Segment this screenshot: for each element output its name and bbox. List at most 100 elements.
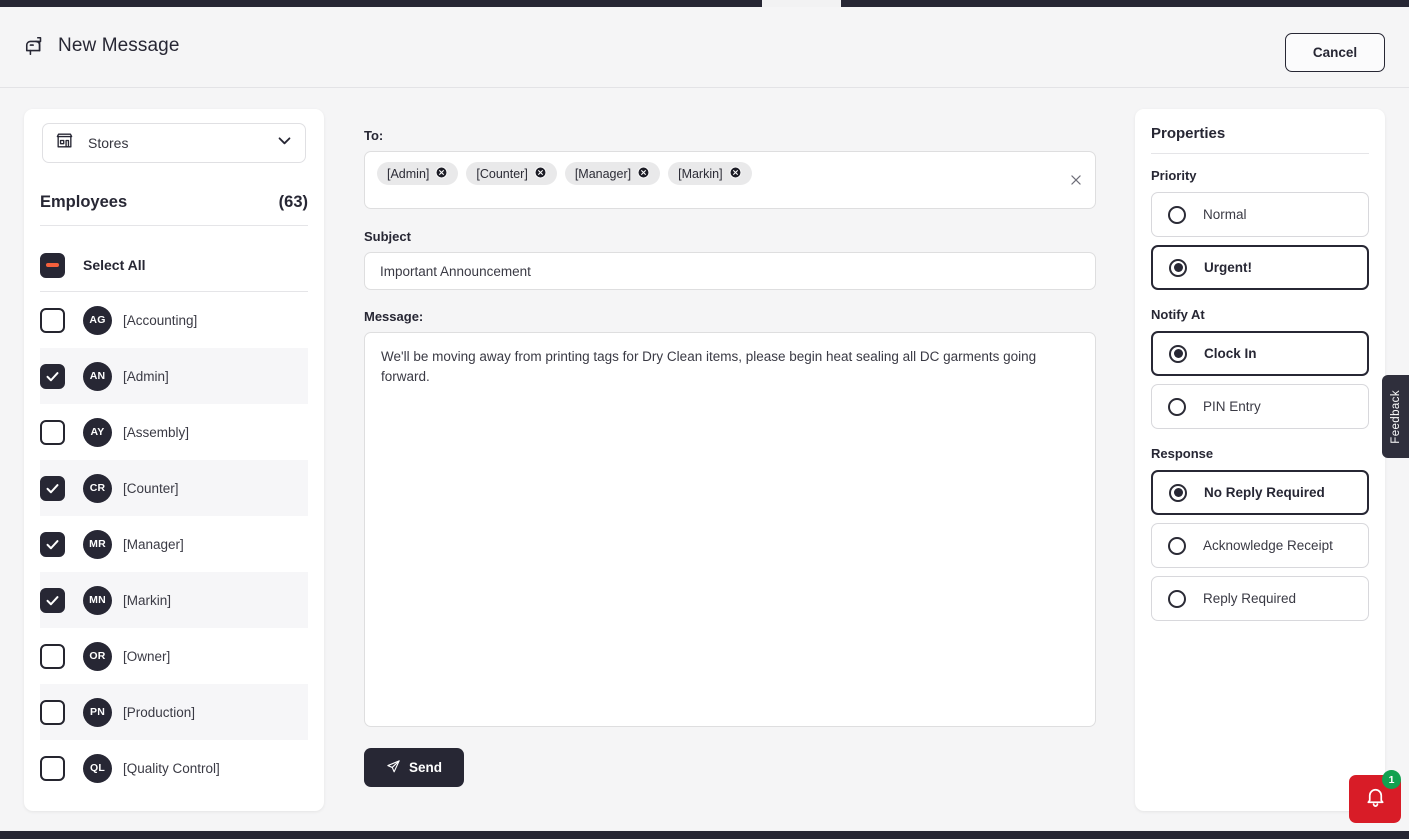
remove-recipient-icon[interactable]	[637, 166, 650, 182]
property-option[interactable]: Reply Required	[1151, 576, 1369, 621]
employee-row[interactable]: AY [Assembly]	[40, 404, 308, 460]
employee-checkbox[interactable]	[40, 531, 65, 557]
subject-input[interactable]	[364, 252, 1096, 290]
feedback-label: Feedback	[1389, 389, 1402, 444]
avatar: MN	[83, 585, 112, 615]
property-group-label: Notify At	[1151, 307, 1205, 322]
store-selector-label: Stores	[88, 135, 129, 151]
store-selector-dropdown[interactable]: Stores	[42, 123, 306, 163]
employee-name: [Admin]	[123, 368, 169, 384]
radio-button[interactable]	[1168, 205, 1186, 224]
browser-chrome-bottom	[0, 831, 1409, 839]
employee-name: [Markin]	[123, 592, 172, 608]
employee-checkbox[interactable]	[40, 307, 65, 333]
property-option-label: No Reply Required	[1204, 485, 1325, 500]
employee-name: [Production]	[123, 704, 196, 720]
compose-message-screen: New Message Cancel Stores Employees (63)	[0, 0, 1409, 839]
paper-plane-icon	[386, 759, 401, 777]
recipient-chip[interactable]: [Manager]	[564, 162, 661, 185]
message-field-label: Message:	[364, 309, 424, 324]
store-icon	[55, 131, 74, 155]
employee-name: [Manager]	[123, 536, 184, 552]
message-textarea[interactable]: We'll be moving away from printing tags …	[364, 332, 1096, 727]
cancel-button[interactable]: Cancel	[1285, 33, 1385, 72]
clear-recipients-icon[interactable]	[1069, 173, 1083, 187]
recipient-chip-label: [Admin]	[387, 166, 430, 181]
browser-chrome-top	[0, 0, 1409, 7]
employee-list[interactable]: AG [Accounting] AN [Admin] AY [Assembly] CR [Co…	[40, 292, 324, 811]
employee-row[interactable]: MN [Markin]	[40, 572, 308, 628]
page-header: New Message Cancel	[0, 7, 1409, 88]
employee-selection-panel: Stores Employees (63) Select All AG [Acco…	[24, 109, 324, 811]
avatar: OR	[83, 641, 112, 671]
radio-button[interactable]	[1169, 258, 1187, 277]
employee-row[interactable]: CR [Counter]	[40, 460, 308, 516]
radio-button[interactable]	[1168, 536, 1186, 555]
employee-row[interactable]: QL [Quality Control]	[40, 740, 308, 796]
recipient-chip[interactable]: [Admin]	[377, 162, 459, 185]
employee-checkbox[interactable]	[40, 475, 65, 501]
property-option-label: Acknowledge Receipt	[1203, 538, 1333, 553]
employee-row[interactable]: AG [Accounting]	[40, 292, 308, 348]
send-button[interactable]: Send	[364, 748, 464, 787]
message-field-group: Message: We'll be moving away from print…	[364, 309, 1096, 732]
employee-checkbox[interactable]	[40, 755, 65, 781]
remove-recipient-icon[interactable]	[435, 166, 448, 182]
property-option[interactable]: No Reply Required	[1151, 470, 1369, 515]
employee-checkbox[interactable]	[40, 699, 65, 725]
browser-active-tab-indicator[interactable]	[762, 0, 841, 7]
employee-checkbox[interactable]	[40, 419, 65, 445]
employee-checkbox[interactable]	[40, 363, 65, 389]
employee-checkbox[interactable]	[40, 587, 65, 613]
radio-selected-dot	[1173, 263, 1183, 272]
radio-button[interactable]	[1168, 397, 1186, 416]
properties-panel: Properties Priority Normal Urgent! Notify A…	[1135, 109, 1385, 811]
notification-count-badge: 1	[1382, 770, 1401, 789]
select-all-row[interactable]: Select All	[40, 245, 308, 285]
employee-row[interactable]: AN [Admin]	[40, 348, 308, 404]
radio-button[interactable]	[1169, 344, 1187, 363]
properties-groups: Priority Normal Urgent! Notify At Clock In PI…	[1151, 168, 1369, 621]
property-option-label: Clock In	[1204, 346, 1257, 361]
radio-button[interactable]	[1169, 483, 1187, 502]
employee-row[interactable]: MR [Manager]	[40, 516, 308, 572]
recipient-chip[interactable]: [Markin]	[668, 162, 752, 185]
employee-row[interactable]: OR [Owner]	[40, 628, 308, 684]
property-option[interactable]: Clock In	[1151, 331, 1369, 376]
to-field-label: To:	[364, 128, 384, 143]
employee-name: [Owner]	[123, 648, 171, 664]
recipients-field[interactable]: [Admin] [Counter] [Manager] [Markin]	[364, 151, 1096, 209]
indeterminate-dash-icon	[46, 263, 59, 267]
property-option[interactable]: Urgent!	[1151, 245, 1369, 290]
employees-count: (63)	[278, 193, 308, 211]
avatar: MR	[83, 529, 112, 559]
avatar: AY	[83, 417, 112, 447]
employees-title: Employees	[40, 193, 128, 211]
recipient-chip-list: [Admin] [Counter] [Manager] [Markin]	[377, 162, 1059, 185]
avatar: PN	[83, 697, 112, 727]
property-option-label: Normal	[1203, 207, 1247, 222]
feedback-tab[interactable]: Feedback	[1382, 375, 1409, 458]
send-button-label: Send	[408, 760, 442, 775]
property-group-label: Response	[1151, 446, 1214, 461]
employee-name: [Counter]	[123, 480, 179, 496]
avatar: QL	[83, 753, 112, 783]
remove-recipient-icon[interactable]	[534, 166, 547, 182]
chevron-down-icon	[276, 132, 293, 154]
radio-button[interactable]	[1168, 589, 1186, 608]
page-title-group: New Message	[24, 35, 179, 57]
subject-field-group: Subject	[364, 229, 1096, 290]
remove-recipient-icon[interactable]	[729, 166, 742, 182]
recipient-chip-label: [Counter]	[476, 166, 528, 181]
employee-name: [Accounting]	[123, 312, 198, 328]
property-option-label: Urgent!	[1204, 260, 1252, 275]
property-option[interactable]: Normal	[1151, 192, 1369, 237]
recipient-chip[interactable]: [Counter]	[466, 162, 557, 185]
property-option[interactable]: PIN Entry	[1151, 384, 1369, 429]
employee-row[interactable]: PN [Production]	[40, 684, 308, 740]
divider	[1151, 153, 1369, 154]
recipient-chip-label: [Markin]	[678, 166, 723, 181]
property-option[interactable]: Acknowledge Receipt	[1151, 523, 1369, 568]
employee-checkbox[interactable]	[40, 643, 65, 669]
select-all-checkbox[interactable]	[40, 252, 65, 278]
